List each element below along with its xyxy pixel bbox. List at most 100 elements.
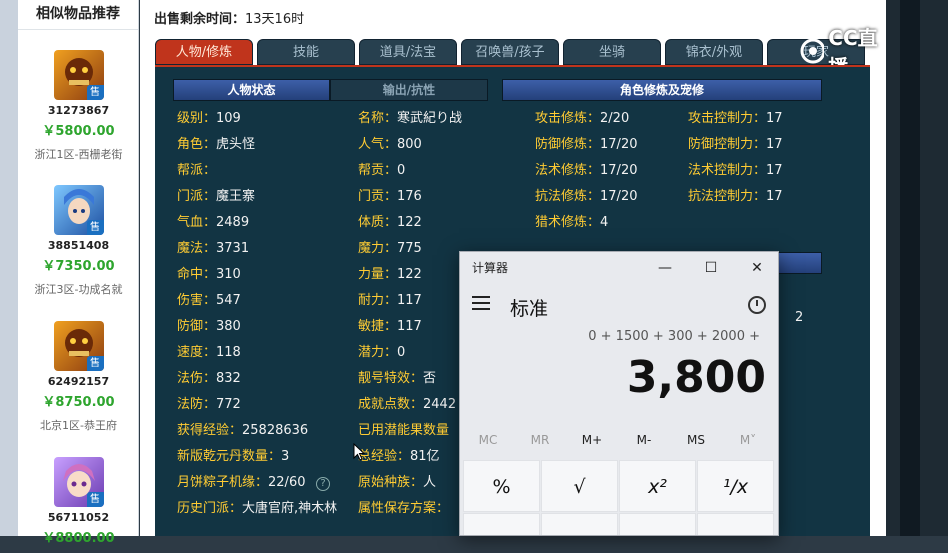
- stat-label: 防御修炼：: [535, 137, 601, 152]
- item-price: ￥8750.00: [42, 395, 115, 410]
- stat-value: 2489: [216, 215, 250, 230]
- stat-label: 原始种族：: [358, 475, 424, 490]
- stat-value: 547: [216, 293, 241, 308]
- stat-row: 属性保存方案：: [358, 501, 449, 517]
- item-id[interactable]: 62492157: [18, 375, 139, 388]
- calculator-mode: 标准: [510, 298, 549, 320]
- menu-icon[interactable]: [472, 296, 490, 314]
- stat-value: 0: [397, 345, 406, 360]
- close-icon[interactable]: ✕: [734, 252, 778, 284]
- square-key[interactable]: x²: [619, 460, 696, 512]
- divide-key[interactable]: [697, 513, 774, 535]
- item-id[interactable]: 31273867: [18, 104, 139, 117]
- stat-label: 防御控制力：: [688, 137, 767, 152]
- backspace-key[interactable]: [619, 513, 696, 535]
- stat-label: 命中：: [177, 267, 217, 282]
- stat-value: 117: [397, 319, 422, 334]
- item-id[interactable]: 38851408: [18, 239, 139, 252]
- stat-label: 名称：: [358, 111, 398, 126]
- m-plus-button[interactable]: M+: [567, 433, 617, 447]
- tab-character[interactable]: 人物/修炼: [155, 39, 253, 65]
- similar-item[interactable]: 售 31273867 ￥5800.00 浙江1区-西栅老街: [18, 50, 139, 162]
- similar-item[interactable]: 售 56711052 ￥8800.00: [18, 457, 139, 553]
- stat-row: 原始种族：人: [358, 475, 436, 491]
- character-avatar[interactable]: 售: [53, 457, 104, 507]
- stat-value: 81亿: [410, 449, 440, 464]
- stat-label: 门贡：: [358, 189, 398, 204]
- stat-row: 潜力：0: [358, 345, 405, 361]
- stat-value: 魔王寨: [216, 189, 256, 204]
- m-minus-button[interactable]: M-: [619, 433, 669, 447]
- tab-mounts[interactable]: 坐骑: [563, 39, 661, 65]
- sqrt-key[interactable]: √: [541, 460, 618, 512]
- item-server: 浙江3区-功成名就: [34, 283, 123, 296]
- stat-row: 气血：2489: [177, 215, 249, 231]
- stat-row: 抗法控制力：17: [688, 189, 783, 205]
- stat-value: 122: [397, 267, 422, 282]
- stat-label: 猎术修炼：: [535, 215, 601, 230]
- stat-value: 17: [766, 189, 783, 204]
- stat-row: 抗法修炼：17/20: [535, 189, 637, 205]
- remaining-time-label: 出售剩余时间：: [154, 12, 246, 27]
- history-icon[interactable]: [748, 296, 766, 314]
- item-price: ￥5800.00: [42, 124, 115, 139]
- item-server: 浙江1区-西栅老街: [34, 148, 123, 161]
- stat-value: 800: [397, 137, 422, 152]
- stat-value: 380: [216, 319, 241, 334]
- stat-value: 17/20: [600, 163, 638, 178]
- calculator-expression: 0 + 1500 + 300 + 2000 +: [588, 329, 760, 344]
- minimize-icon[interactable]: —: [642, 252, 688, 284]
- stat-row: 防御修炼：17/20: [535, 137, 637, 153]
- memory-list-button[interactable]: M˅: [723, 433, 773, 447]
- tab-outfits[interactable]: 锦衣/外观: [665, 39, 763, 65]
- tab-items[interactable]: 道具/法宝: [359, 39, 457, 65]
- similar-item[interactable]: 售 62492157 ￥8750.00 北京1区-恭王府: [18, 321, 139, 433]
- stat-row: 法防：772: [177, 397, 241, 413]
- character-avatar[interactable]: 售: [53, 50, 104, 100]
- left-background: [0, 0, 18, 536]
- calculator-titlebar[interactable]: 计算器 — ☐ ✕: [460, 252, 778, 284]
- sale-badge: 售: [86, 220, 104, 235]
- stat-row: 猎术修炼：4: [535, 215, 608, 231]
- calculator-title: 计算器: [472, 261, 509, 275]
- help-icon[interactable]: ?: [316, 477, 330, 491]
- stat-value: 2442: [423, 397, 457, 412]
- c-key[interactable]: [541, 513, 618, 535]
- cc-live-watermark: CC直播: [796, 26, 886, 79]
- stat-label: 属性保存方案：: [358, 501, 450, 516]
- sidebar-title: 相似物品推荐: [18, 0, 138, 30]
- stat-label: 帮贡：: [358, 163, 398, 178]
- stat-label: 法防：: [177, 397, 217, 412]
- stat-row: 防御控制力：17: [688, 137, 783, 153]
- stat-row: 总经验：81亿: [358, 449, 440, 465]
- stat-value: 4: [600, 215, 609, 230]
- stat-row: 力量：122: [358, 267, 422, 283]
- stat-value: 118: [216, 345, 241, 360]
- stat-label: 气血：: [177, 215, 217, 230]
- maximize-icon[interactable]: ☐: [688, 252, 734, 284]
- mc-button[interactable]: MC: [463, 433, 513, 447]
- right-background: [886, 0, 948, 536]
- stat-row: 攻击控制力：17: [688, 111, 783, 127]
- stat-value: 122: [397, 215, 422, 230]
- character-avatar[interactable]: 售: [53, 185, 104, 235]
- stat-row: 角色：虎头怪: [177, 137, 255, 153]
- remaining-time-value: 13天16时: [245, 12, 305, 27]
- item-id[interactable]: 56711052: [18, 511, 139, 524]
- mr-button[interactable]: MR: [515, 433, 565, 447]
- section-status-tab[interactable]: 人物状态: [173, 79, 330, 101]
- character-avatar[interactable]: 售: [53, 321, 104, 371]
- tab-skills[interactable]: 技能: [257, 39, 355, 65]
- stat-row: 靓号特效：否: [358, 371, 436, 387]
- ce-key[interactable]: [463, 513, 540, 535]
- stat-value: 2/20: [600, 111, 630, 126]
- tab-pets[interactable]: 召唤兽/孩子: [461, 39, 559, 65]
- stat-row: 防御：380: [177, 319, 241, 335]
- similar-item[interactable]: 售 38851408 ￥7350.00 浙江3区-功成名就: [18, 185, 139, 297]
- percent-key[interactable]: %: [463, 460, 540, 512]
- reciprocal-key[interactable]: ¹/x: [697, 460, 774, 512]
- ms-button[interactable]: MS: [671, 433, 721, 447]
- section-output-tab[interactable]: 输出/抗性: [330, 79, 488, 101]
- stat-label: 月饼粽子机缘：: [177, 475, 269, 490]
- sale-badge: 售: [86, 356, 104, 371]
